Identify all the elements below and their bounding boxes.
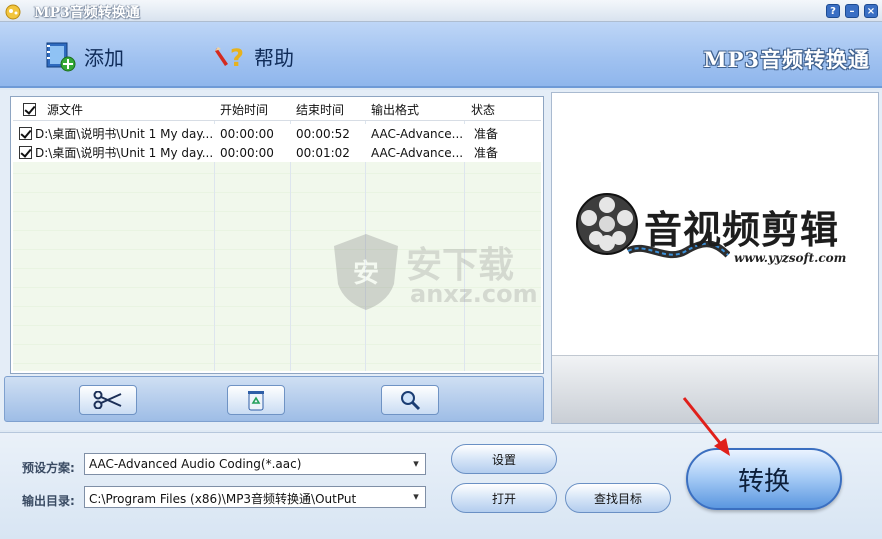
find-target-button[interactable]: 查找目标 — [565, 483, 671, 513]
row-source: D:\桌面\说明书\Unit 1 My day... — [35, 127, 213, 141]
window-title: MP3音频转换通 — [34, 5, 140, 21]
shield-icon: 安 — [334, 234, 398, 310]
col-start[interactable]: 开始时间 — [220, 99, 268, 120]
logo-url: www.yyzsoft.com — [734, 251, 847, 265]
recycle-icon — [248, 391, 264, 411]
edit-toolbar — [4, 376, 544, 422]
toolbar: 添加 ? 帮助 MP3音频转换通 — [0, 22, 882, 88]
col-format[interactable]: 输出格式 — [371, 99, 419, 120]
row-status: 准备 — [474, 127, 499, 141]
add-file-icon — [46, 42, 76, 72]
delete-button[interactable] — [227, 385, 285, 415]
chevron-down-icon[interactable]: ▾ — [407, 454, 425, 474]
add-button[interactable]: 添加 — [44, 40, 124, 72]
help-window-button[interactable]: ? — [826, 4, 840, 18]
cut-button[interactable] — [79, 385, 137, 415]
table-row[interactable]: D:\桌面\说明书\Unit 1 My day... 00:00:00 00:0… — [13, 143, 541, 162]
row-end: 00:01:02 — [296, 145, 350, 160]
preset-label: 预设方案: — [22, 461, 75, 475]
row-checkbox[interactable] — [19, 146, 32, 159]
help-label: 帮助 — [254, 45, 294, 70]
app-icon — [5, 4, 21, 20]
svg-text:?: ? — [230, 44, 244, 72]
output-dir-select[interactable]: C:\Program Files (x86)\MP3音频转换通\OutPut ▾ — [84, 486, 426, 508]
annotation-arrow-icon — [682, 397, 730, 456]
search-button[interactable] — [381, 385, 439, 415]
title-bar: MP3音频转换通 ? – × — [0, 0, 882, 22]
open-button[interactable]: 打开 — [451, 483, 557, 513]
chevron-down-icon[interactable]: ▾ — [407, 487, 425, 507]
svg-text:安: 安 — [353, 259, 379, 289]
row-format: AAC-Advance... — [371, 126, 464, 141]
row-format: AAC-Advance... — [371, 145, 464, 160]
col-status[interactable]: 状态 — [471, 99, 495, 120]
col-source[interactable]: 源文件 — [47, 99, 83, 120]
preview-panel: 音视频剪辑 www.yyzsoft.com — [551, 92, 879, 424]
row-start: 00:00:00 — [220, 145, 274, 160]
select-all-checkbox[interactable] — [23, 103, 36, 116]
magnifier-icon — [401, 391, 421, 411]
row-status: 准备 — [474, 146, 499, 160]
scissors-icon — [93, 391, 122, 409]
brand-title: MP3音频转换通 — [703, 47, 870, 72]
preset-select[interactable]: AAC-Advanced Audio Coding(*.aac) ▾ — [84, 453, 426, 475]
close-button[interactable]: × — [864, 4, 878, 18]
output-value: C:\Program Files (x86)\MP3音频转换通\OutPut — [89, 492, 357, 506]
watermark-en: anxz.com — [410, 280, 538, 308]
help-icon: ? — [215, 44, 244, 72]
row-end: 00:00:52 — [296, 126, 350, 141]
minimize-button[interactable]: – — [845, 4, 859, 18]
row-source: D:\桌面\说明书\Unit 1 My day... — [35, 146, 213, 160]
settings-button[interactable]: 设置 — [451, 444, 557, 474]
table-header: 源文件 开始时间 结束时间 输出格式 状态 — [13, 99, 541, 121]
add-label: 添加 — [84, 45, 124, 70]
output-label: 输出目录: — [22, 494, 75, 508]
row-start: 00:00:00 — [220, 126, 274, 141]
col-end[interactable]: 结束时间 — [296, 99, 344, 120]
table-row[interactable]: D:\桌面\说明书\Unit 1 My day... 00:00:00 00:0… — [13, 124, 541, 143]
help-button[interactable]: ? 帮助 — [214, 40, 294, 72]
row-checkbox[interactable] — [19, 127, 32, 140]
watermark: 安 安下载 anxz.com — [330, 232, 550, 312]
logo-text: 音视频剪辑 — [644, 207, 840, 252]
preset-value: AAC-Advanced Audio Coding(*.aac) — [89, 457, 302, 471]
